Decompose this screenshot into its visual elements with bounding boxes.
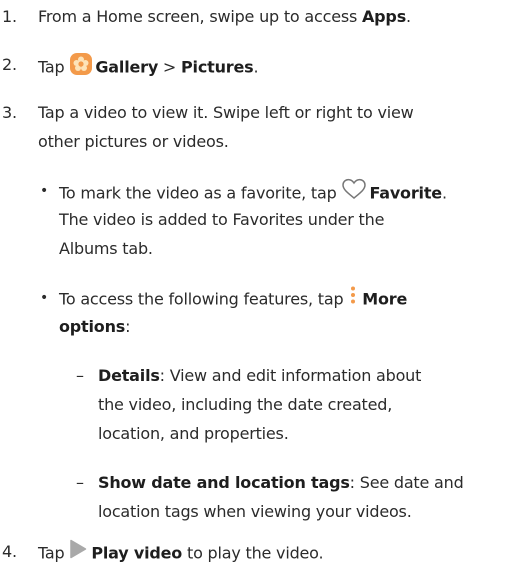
step-4-number: 4. — [2, 542, 17, 561]
details-line-3: location, and properties. — [98, 424, 289, 443]
step-4-text: Tap Play video to play the video. — [38, 539, 324, 567]
tags-line-1: Show date and location tags: See date an… — [98, 473, 464, 492]
step-3-line-1: Tap a video to view it. Swipe left or ri… — [38, 103, 414, 122]
step-2-text: Tap Gallery > Pictures. — [38, 53, 259, 82]
dash-marker: – — [76, 473, 84, 492]
play-icon — [69, 539, 87, 565]
play-video-label: Play video — [91, 543, 183, 563]
gallery-icon — [70, 53, 93, 81]
more-options-bullet-line-2: options: — [59, 317, 131, 336]
step-2-number: 2. — [2, 55, 17, 74]
instruction-document: 1. From a Home screen, swipe up to acces… — [0, 0, 524, 571]
options-label: options — [59, 317, 126, 336]
favorite-bullet-line-3: Albums tab. — [59, 239, 153, 258]
apps-label: Apps — [362, 7, 407, 26]
pictures-label: Pictures — [181, 57, 254, 77]
show-tags-label: Show date and location tags — [98, 473, 350, 492]
step-3-line-2: other pictures or videos. — [38, 132, 229, 151]
bullet-marker: • — [40, 183, 49, 199]
favorite-label: Favorite — [369, 183, 442, 203]
details-line-1: Details: View and edit information about — [98, 366, 422, 385]
details-label: Details — [98, 366, 160, 385]
heart-icon — [341, 178, 367, 206]
dash-marker: – — [76, 366, 84, 385]
more-options-icon — [350, 285, 356, 311]
favorite-bullet-line-1: To mark the video as a favorite, tap Fav… — [59, 178, 447, 208]
gallery-label: Gallery — [95, 57, 159, 77]
more-label: More — [362, 289, 408, 309]
more-options-bullet-line-1: To access the following features, tap Mo… — [59, 285, 408, 313]
step-1-text: From a Home screen, swipe up to access A… — [38, 7, 411, 26]
step-1-number: 1. — [2, 7, 17, 26]
favorite-bullet-line-2: The video is added to Favorites under th… — [59, 210, 385, 229]
details-line-2: the video, including the date created, — [98, 395, 393, 414]
bullet-marker: • — [40, 290, 49, 306]
tags-line-2: location tags when viewing your videos. — [98, 502, 412, 521]
step-3-number: 3. — [2, 103, 17, 122]
